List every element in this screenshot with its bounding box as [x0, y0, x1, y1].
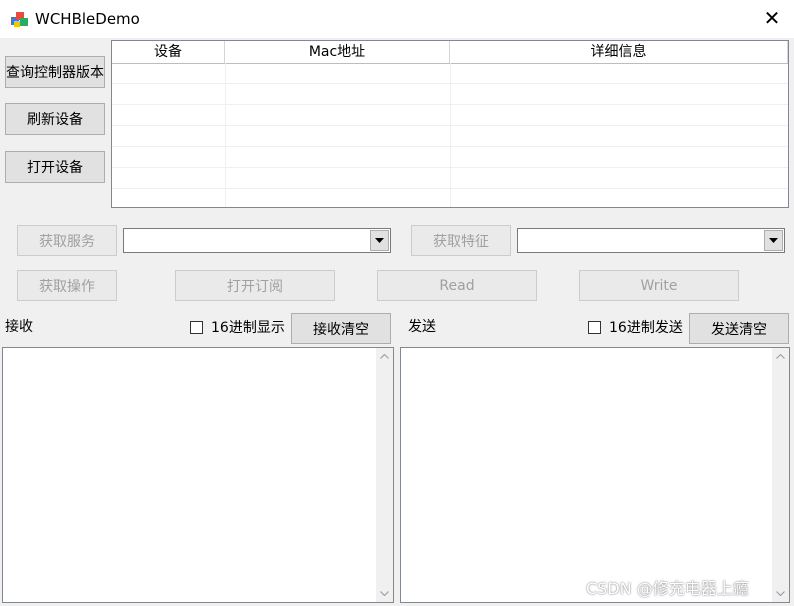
characteristic-combo[interactable] — [517, 228, 785, 253]
scroll-up-icon[interactable] — [376, 348, 393, 365]
receive-label: 接收 — [5, 319, 33, 335]
app-icon — [10, 9, 30, 29]
receive-clear-button[interactable]: 接收清空 — [291, 313, 391, 344]
service-combo[interactable] — [123, 228, 391, 253]
column-details[interactable]: 详细信息 — [450, 41, 788, 63]
receive-hex-label: 16进制显示 — [211, 320, 285, 336]
device-list[interactable]: 设备 Mac地址 详细信息 — [111, 40, 789, 208]
send-hex-checkbox[interactable] — [588, 321, 601, 334]
write-button[interactable]: Write — [579, 270, 739, 301]
watermark: CSDN @修充电器上瘾 — [586, 579, 749, 598]
get-operation-button[interactable]: 获取操作 — [17, 270, 117, 301]
query-version-button[interactable]: 查询控制器版本 — [5, 56, 105, 88]
receive-textarea[interactable] — [2, 347, 394, 603]
receive-hex-checkbox[interactable] — [190, 321, 203, 334]
send-label: 发送 — [408, 319, 436, 335]
read-button[interactable]: Read — [377, 270, 537, 301]
send-hex-label: 16进制发送 — [609, 320, 683, 336]
send-clear-button[interactable]: 发送清空 — [689, 313, 789, 344]
column-divider — [450, 63, 451, 207]
column-mac[interactable]: Mac地址 — [225, 41, 450, 63]
window-title: WCHBleDemo — [35, 10, 140, 28]
column-divider — [225, 63, 226, 207]
scroll-up-icon[interactable] — [772, 348, 789, 365]
scroll-down-icon[interactable] — [772, 585, 789, 602]
column-device[interactable]: 设备 — [112, 41, 225, 63]
device-list-header: 设备 Mac地址 详细信息 — [112, 41, 788, 64]
chevron-down-icon[interactable] — [764, 230, 783, 251]
open-subscribe-button[interactable]: 打开订阅 — [175, 270, 335, 301]
refresh-devices-button[interactable]: 刷新设备 — [5, 103, 105, 135]
receive-scrollbar[interactable] — [376, 348, 393, 602]
close-button[interactable]: ✕ — [756, 5, 788, 33]
send-scrollbar[interactable] — [772, 348, 789, 602]
scroll-down-icon[interactable] — [376, 585, 393, 602]
chevron-down-icon[interactable] — [370, 230, 389, 251]
get-service-button[interactable]: 获取服务 — [17, 225, 117, 256]
get-characteristic-button[interactable]: 获取特征 — [411, 225, 511, 256]
send-textarea[interactable] — [400, 347, 790, 603]
open-device-button[interactable]: 打开设备 — [5, 151, 105, 183]
close-icon: ✕ — [763, 6, 781, 30]
